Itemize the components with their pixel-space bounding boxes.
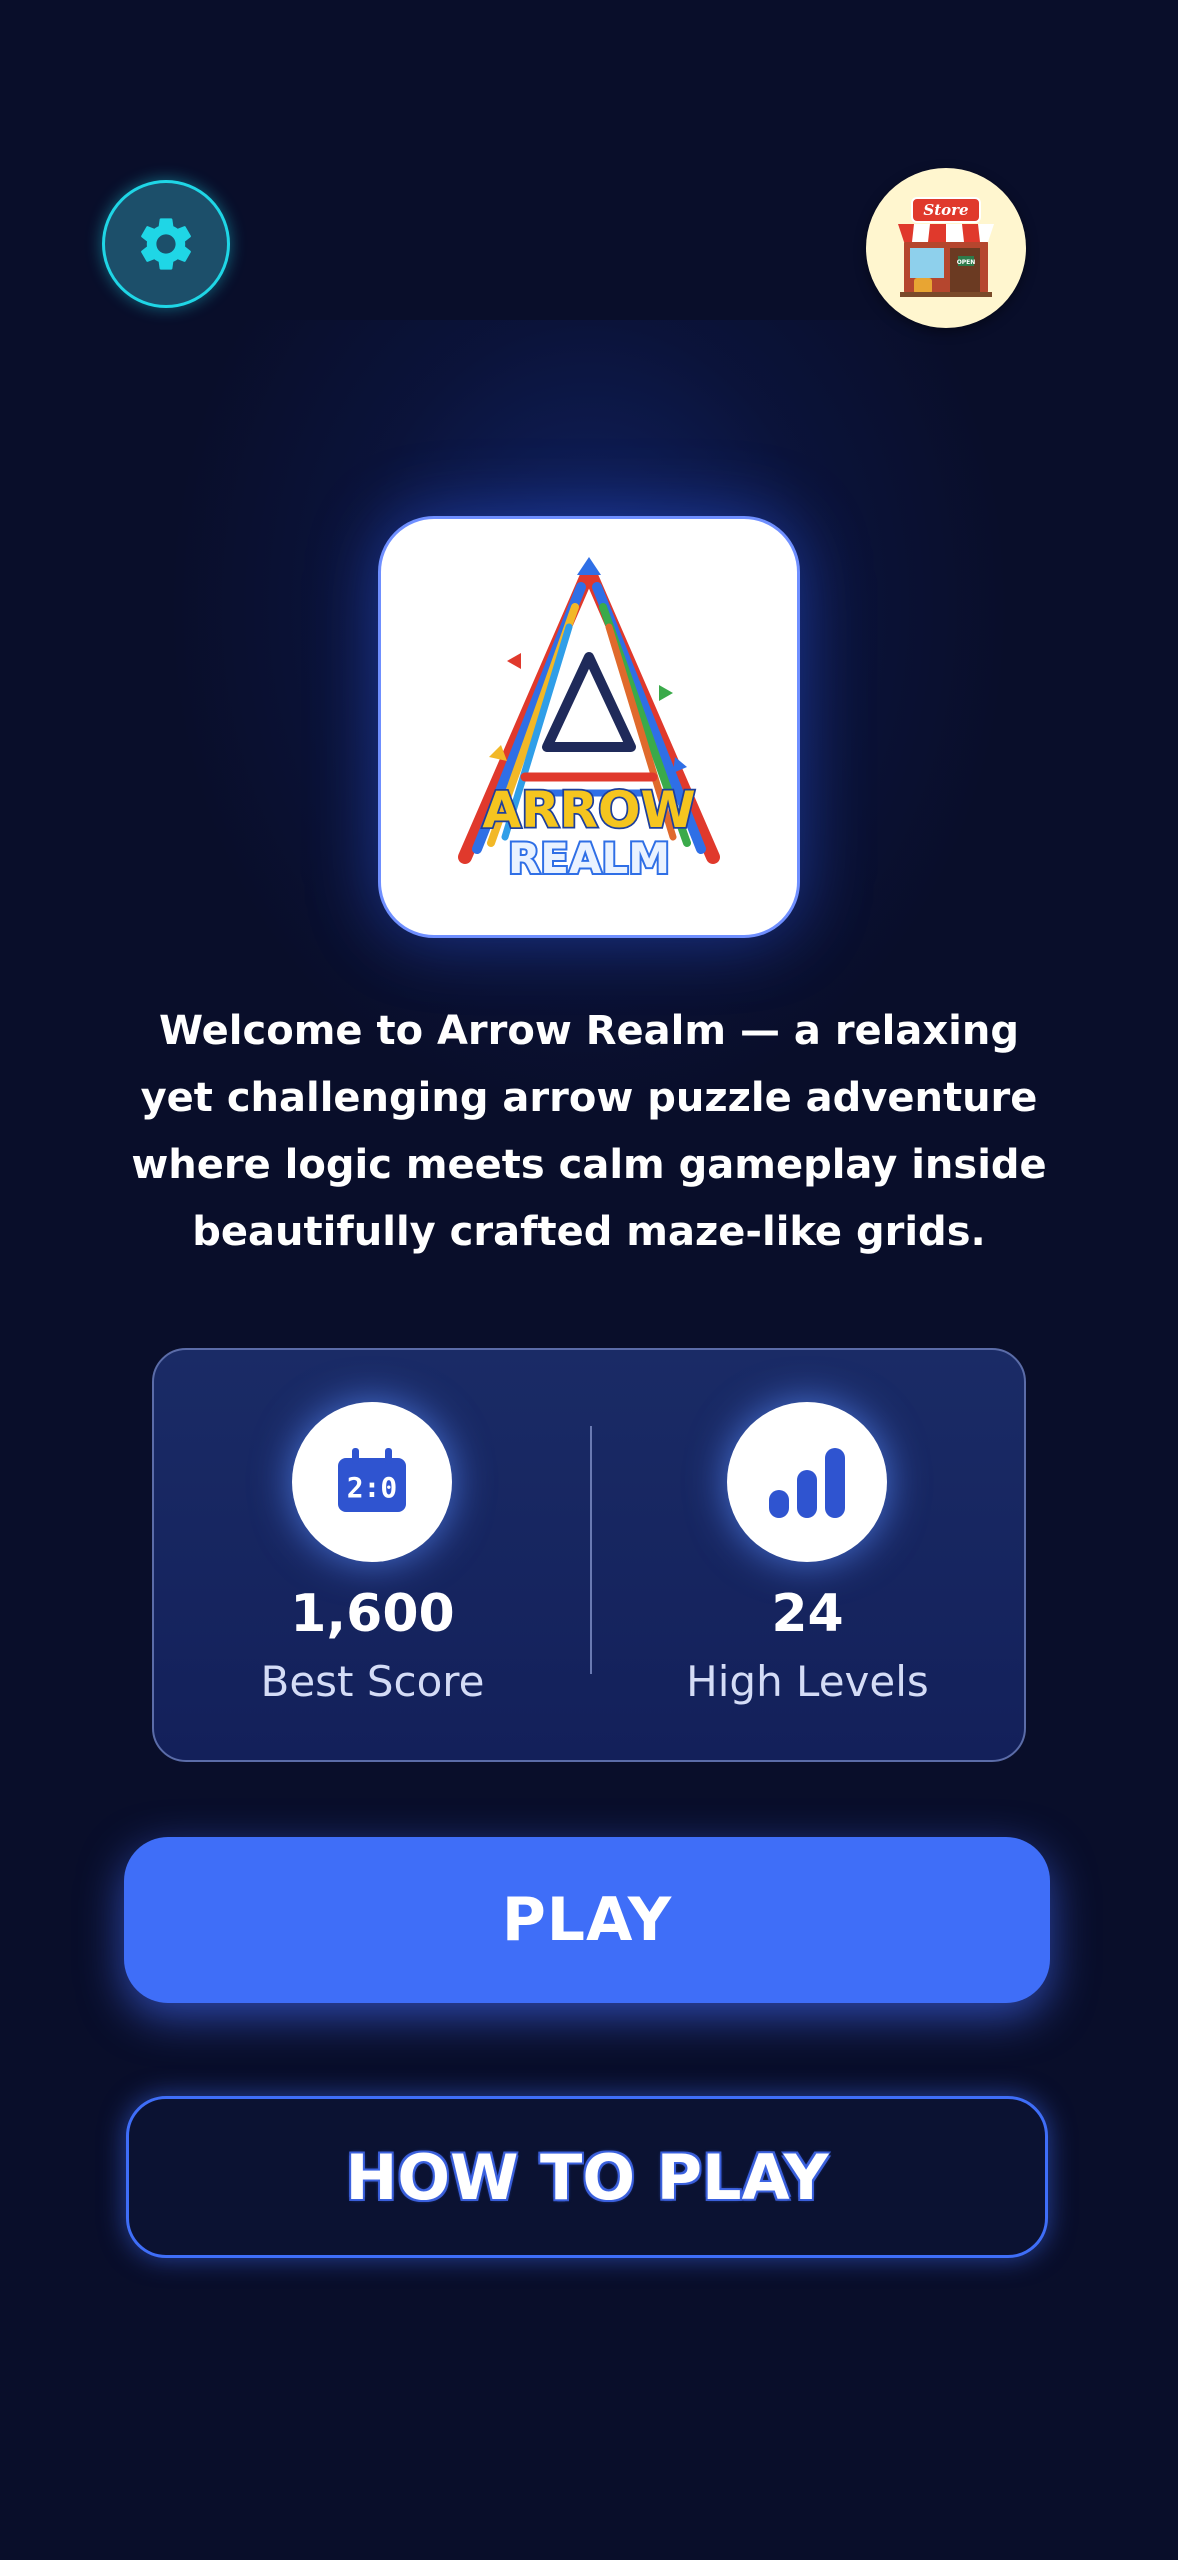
best-score-stat: 2:0 1,600 Best Score — [154, 1350, 591, 1760]
game-logo: ARROW REALM — [378, 516, 800, 938]
arrow-realm-logo-icon: ARROW REALM — [458, 557, 720, 885]
scoreboard-icon-text: 2:0 — [347, 1471, 398, 1504]
scoreboard-icon: 2:0 — [338, 1448, 406, 1512]
high-levels-stat: 24 High Levels — [589, 1350, 1026, 1760]
best-score-icon-circle: 2:0 — [292, 1402, 452, 1562]
how-to-play-button[interactable]: HOW TO PLAY — [126, 2096, 1048, 2258]
best-score-value: 1,600 — [290, 1584, 455, 1644]
high-levels-value: 24 — [771, 1584, 844, 1644]
play-button[interactable]: PLAY — [124, 1837, 1050, 2003]
logo-text-realm: REALM — [508, 834, 670, 883]
bar-chart-icon — [769, 1448, 845, 1518]
store-icon: OPEN Store — [898, 197, 994, 297]
high-levels-icon-circle — [727, 1402, 887, 1562]
logo-text-arrow: ARROW — [482, 781, 695, 839]
gear-icon — [141, 218, 191, 270]
best-score-label: Best Score — [260, 1657, 485, 1706]
stats-card: 2:0 1,600 Best Score 24 High Levels — [152, 1348, 1026, 1762]
store-button[interactable]: OPEN Store — [866, 168, 1026, 328]
high-levels-label: High Levels — [686, 1657, 929, 1706]
store-sign-text: Store — [923, 201, 968, 219]
welcome-description: Welcome to Arrow Realm — a relaxing yet … — [131, 1008, 1047, 1255]
store-open-sign: OPEN — [957, 259, 976, 266]
settings-button[interactable] — [102, 180, 230, 308]
